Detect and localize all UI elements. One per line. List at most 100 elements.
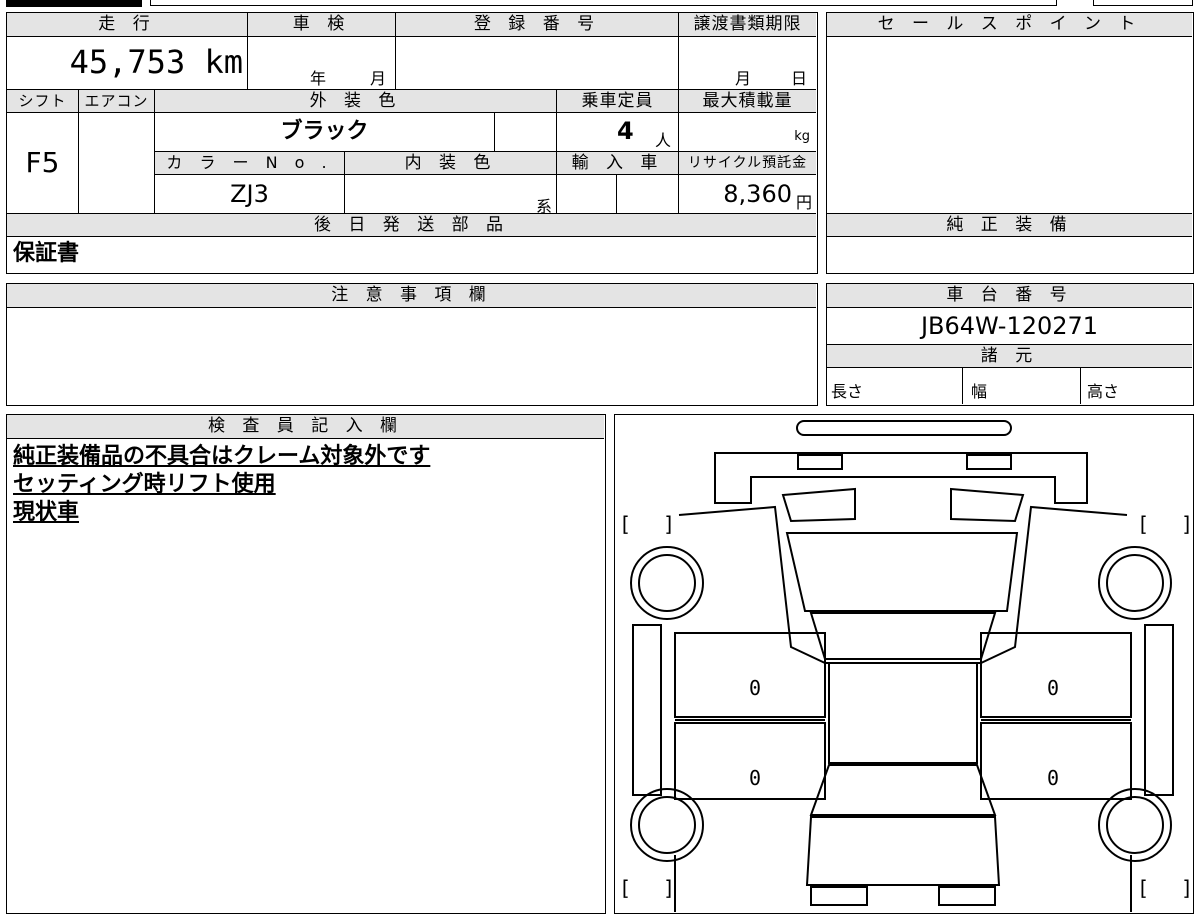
- hood-right: [950, 487, 1025, 523]
- sales-points-box: セ ー ル ス ポ イ ン ト 純 正 装 備: [826, 12, 1194, 274]
- spec-length-label: 長さ: [831, 382, 864, 401]
- inspector-note-2: セッティング時リフト使用: [13, 472, 276, 497]
- capacity-value: 4 人: [557, 113, 679, 151]
- genuine-equipment-header: 純 正 装 備: [827, 213, 1192, 237]
- door-mark-right-rear: 0: [1047, 766, 1059, 790]
- bracket-front-right-close: ]: [1181, 512, 1192, 536]
- spec-height-label: 高さ: [1087, 382, 1120, 401]
- front-light-right: [966, 454, 1012, 470]
- door-mark-left-front: 0: [749, 676, 761, 700]
- max-load-header: 最大積載量: [679, 89, 816, 113]
- front-light-left: [797, 454, 843, 470]
- door-mark-right-front: 0: [1047, 676, 1059, 700]
- aircon-value: [79, 113, 155, 213]
- wheel-rear-right-inner: [1106, 796, 1164, 854]
- inspection-month-unit: 月: [370, 69, 387, 88]
- wheel-front-right-inner: [1106, 554, 1164, 612]
- rear-light-right: [938, 886, 996, 906]
- transfer-month-unit: 月: [735, 69, 752, 88]
- inspector-header: 検 査 員 記 入 欄: [7, 415, 604, 439]
- inspection-year-unit: 年: [310, 69, 327, 88]
- shift-value: F5: [7, 113, 79, 213]
- hood-left: [781, 487, 856, 523]
- spec-length: 長さ: [827, 368, 963, 404]
- inspection-header: 車 検: [248, 13, 396, 37]
- roof-top: [809, 612, 997, 660]
- top-strip-right: [1093, 0, 1193, 6]
- interior-color-value: 系: [345, 175, 557, 216]
- bracket-front-right-open: [: [1137, 512, 1149, 536]
- bracket-rear-right-open: [: [1137, 876, 1149, 900]
- specs-header: 諸 元: [827, 344, 1192, 368]
- recycle-fee-header: リサイクル預託金: [679, 151, 816, 175]
- rear-window: [809, 764, 997, 816]
- transfer-deadline-value: 月 日: [679, 37, 816, 89]
- chassis-no-value: JB64W-120271: [920, 312, 1099, 340]
- registration-header: 登 録 番 号: [396, 13, 679, 37]
- vehicle-diagram: 0 0 0 0 [ ] [ ] [ ] [ ]: [619, 420, 1192, 912]
- max-load-value: kg: [679, 113, 816, 151]
- exterior-color-sub: [495, 113, 557, 151]
- later-parts-header: 後 日 発 送 部 品: [7, 213, 816, 237]
- recycle-fee-amount: 8,360: [723, 180, 792, 208]
- left-side: [632, 624, 662, 796]
- right-side: [1144, 624, 1174, 796]
- transfer-day-unit: 日: [791, 69, 808, 88]
- spec-width-label: 幅: [971, 382, 988, 401]
- capacity-number: 4: [617, 117, 634, 145]
- later-parts-value: 保証書: [13, 241, 80, 266]
- exterior-color-header: 外 装 色: [155, 89, 557, 113]
- inspection-value: 年 月: [248, 37, 396, 89]
- rear-light-left: [810, 886, 868, 906]
- import-value-2: [617, 175, 679, 213]
- rear-body: [674, 855, 1132, 912]
- genuine-equipment-body: [827, 237, 1192, 272]
- import-header: 輸 入 車: [557, 151, 679, 175]
- bracket-front-left-open: [: [619, 512, 631, 536]
- caution-box: 注 意 事 項 欄: [6, 283, 818, 406]
- recycle-fee-value: 8,360 円: [679, 175, 816, 213]
- wheel-rear-left-inner: [638, 796, 696, 854]
- color-no-value: ZJ3: [155, 175, 345, 213]
- tailgate: [805, 816, 1001, 886]
- front-bumper-strip: [796, 420, 1012, 436]
- mileage-value: 45,753 km: [7, 37, 248, 89]
- top-black-tab: [6, 0, 142, 7]
- color-no-header: カ ラ ー N o .: [155, 151, 345, 175]
- mileage-header: 走 行: [7, 13, 248, 37]
- spec-height: 高さ: [1081, 368, 1192, 404]
- roof: [828, 662, 978, 764]
- front-panel: [714, 452, 1088, 504]
- vehicle-diagram-box: 0 0 0 0 [ ] [ ] [ ] [ ]: [614, 414, 1194, 914]
- right-front-door: [980, 632, 1132, 718]
- inspector-note-1: 純正装備品の不具合はクレーム対象外です: [13, 444, 431, 469]
- exterior-color-value: ブラック: [155, 113, 495, 151]
- registration-value: [396, 37, 679, 89]
- recycle-fee-unit: 円: [795, 193, 812, 212]
- shift-header: シフト: [7, 89, 79, 113]
- sales-points-header: セ ー ル ス ポ イ ン ト: [827, 13, 1192, 37]
- top-strip: [150, 0, 1057, 6]
- max-load-unit: kg: [794, 129, 810, 144]
- door-mark-left-rear: 0: [749, 766, 761, 790]
- vehicle-info-table: 走 行 車 検 登 録 番 号 譲渡書類期限 45,753 km 年 月 月 日…: [6, 12, 818, 274]
- transfer-deadline-header: 譲渡書類期限: [679, 13, 816, 37]
- sales-points-body: [827, 37, 1192, 213]
- caution-header: 注 意 事 項 欄: [7, 284, 816, 308]
- inspector-note-3: 現状車: [13, 500, 80, 525]
- interior-color-header: 内 装 色: [345, 151, 557, 175]
- chassis-box: 車 台 番 号 JB64W-120271 諸 元 長さ 幅 高さ: [826, 283, 1194, 406]
- windshield: [785, 532, 1019, 612]
- bracket-front-left-close: ]: [663, 512, 675, 536]
- wheel-front-left: [630, 546, 704, 620]
- inspector-notes: 純正装備品の不具合はクレーム対象外です セッティング時リフト使用 現状車: [13, 443, 430, 527]
- bracket-rear-left-open: [: [619, 876, 631, 900]
- cabin-outline: [678, 505, 1128, 664]
- import-value-1: [557, 175, 617, 213]
- wheel-front-left-inner: [638, 554, 696, 612]
- bracket-rear-right-close: ]: [1181, 876, 1192, 900]
- inspector-box: 検 査 員 記 入 欄 純正装備品の不具合はクレーム対象外です セッティング時リ…: [6, 414, 606, 914]
- aircon-header: エアコン: [79, 89, 155, 113]
- capacity-header: 乗車定員: [557, 89, 679, 113]
- chassis-no-header: 車 台 番 号: [827, 284, 1192, 308]
